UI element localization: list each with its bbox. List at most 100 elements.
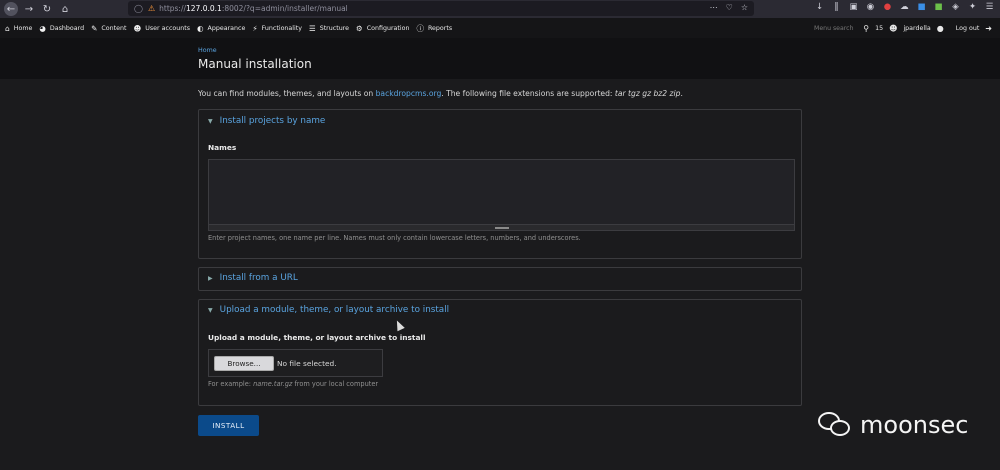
watermark-text: moonsec <box>860 411 969 439</box>
browser-toolbar: ← → ↻ ⌂ ◯ ⚠ https:// 127.0.0.1 :8002/?q=… <box>0 0 1000 18</box>
url-path: :8002/?q=admin/installer/manual <box>221 4 348 13</box>
textarea-resize-grip[interactable] <box>208 225 795 231</box>
shield-icon: ◯ <box>134 4 143 13</box>
install-button[interactable]: INSTALL <box>198 415 259 436</box>
pencil-icon: ✎ <box>91 23 98 33</box>
legend-install-by-name[interactable]: ▼ Install projects by name <box>208 116 325 126</box>
admin-item-label: Configuration <box>366 24 410 32</box>
file-status: No file selected. <box>277 358 337 368</box>
legend-label: Install projects by name <box>219 116 326 126</box>
extension-red-icon[interactable]: ● <box>883 2 892 12</box>
admin-bar: ⌂ Home ◕ Dashboard ✎ Content ☻ User accounts… <box>0 18 1000 38</box>
admin-item-content[interactable]: ✎ Content <box>91 24 126 33</box>
extension-blue-icon[interactable]: ■ <box>917 2 926 12</box>
username-link[interactable]: jpardella <box>903 25 930 32</box>
users-icon: ☻ <box>133 23 142 33</box>
admin-item-user-accounts[interactable]: ☻ User accounts <box>133 24 190 33</box>
intro-middle: . The following file extensions are supp… <box>441 89 615 98</box>
admin-item-configuration[interactable]: ⚙ Configuration <box>356 24 409 33</box>
download-icon[interactable]: ↓ <box>815 2 824 12</box>
plug-icon: ⚡ <box>252 23 258 33</box>
account-icon[interactable]: ◉ <box>866 2 875 12</box>
intro-suffix: . <box>680 89 683 98</box>
extension-cloud-icon[interactable]: ☁ <box>900 2 909 12</box>
admin-item-label: Functionality <box>261 24 302 32</box>
admin-item-label: User accounts <box>145 24 190 32</box>
caret-right-icon: ▶ <box>208 274 213 282</box>
url-bar[interactable]: ◯ ⚠ https:// 127.0.0.1 :8002/?q=admin/in… <box>128 1 754 16</box>
fieldset-install-by-name: ▼ Install projects by name Names Enter p… <box>198 109 802 259</box>
admin-item-appearance[interactable]: ◐ Appearance <box>197 24 245 33</box>
lock-warning-icon: ⚠ <box>147 4 156 13</box>
names-label: Names <box>208 143 237 152</box>
fieldset-upload-archive: ▼ Upload a module, theme, or layout arch… <box>198 299 802 406</box>
intro-extensions: tar tgz gz bz2 zip <box>614 89 681 98</box>
pocket-icon[interactable]: ♡ <box>726 3 733 12</box>
legend-upload-archive[interactable]: ▼ Upload a module, theme, or layout arch… <box>208 305 449 315</box>
more-icon[interactable]: ⋯ <box>710 3 718 12</box>
palette-icon: ◐ <box>197 23 204 33</box>
url-host: 127.0.0.1 <box>186 4 222 13</box>
upload-help-suffix: from your local computer <box>292 380 379 388</box>
backdropcms-link[interactable]: backdropcms.org <box>376 89 442 98</box>
users-online-icon: ☻ <box>889 23 898 33</box>
names-help: Enter project names, one name per line. … <box>208 234 581 242</box>
back-icon[interactable]: ← <box>4 2 18 16</box>
page-title: Manual installation <box>198 57 312 71</box>
admin-item-label: Reports <box>427 24 453 32</box>
caret-down-icon: ▼ <box>208 306 213 314</box>
admin-item-label: Content <box>101 24 127 32</box>
watermark: moonsec <box>818 410 968 440</box>
page-header: Home Manual installation <box>0 38 1000 79</box>
intro-text: You can find modules, themes, and layout… <box>198 89 683 98</box>
upload-help-example: name.tar.gz <box>253 380 293 388</box>
extension-green-icon[interactable]: ■ <box>934 2 943 12</box>
user-count: 15 <box>875 24 884 32</box>
legend-install-from-url[interactable]: ▶ Install from a URL <box>208 273 298 283</box>
home-icon: ⌂ <box>5 23 10 33</box>
reload-icon[interactable]: ↻ <box>40 2 54 16</box>
admin-item-structure[interactable]: ☰ Structure <box>309 24 349 33</box>
logout-icon[interactable]: ➜ <box>985 24 992 33</box>
layers-icon: ☰ <box>308 23 316 33</box>
url-prefix: https:// <box>159 4 187 13</box>
wechat-icon <box>818 410 854 440</box>
browse-button[interactable]: Browse... <box>214 355 274 371</box>
names-textarea[interactable] <box>208 159 795 225</box>
admin-item-home[interactable]: ⌂ Home <box>5 24 32 33</box>
caret-down-icon: ▼ <box>208 117 213 125</box>
admin-item-label: Dashboard <box>49 24 85 32</box>
fieldset-install-from-url: ▶ Install from a URL <box>198 267 802 291</box>
browser-tool-icons: ↓ ‖ ▣ ◉ ● ☁ ■ ■ ◈ ✦ ☰ <box>815 2 994 12</box>
gear-icon: ⚙ <box>356 23 363 33</box>
search-icon[interactable]: ⚲ <box>863 24 869 33</box>
legend-label: Install from a URL <box>219 273 298 283</box>
forward-icon[interactable]: → <box>22 2 36 16</box>
bookmark-star-icon[interactable]: ☆ <box>741 3 748 12</box>
user-avatar-icon[interactable]: ● <box>937 24 944 33</box>
upload-label: Upload a module, theme, or layout archiv… <box>208 333 426 342</box>
intro-prefix: You can find modules, themes, and layout… <box>198 89 376 98</box>
admin-item-label: Structure <box>319 24 350 32</box>
breadcrumb-home[interactable]: Home <box>198 47 217 54</box>
menu-search-placeholder: Menu search <box>814 24 854 32</box>
logout-link[interactable]: Log out <box>956 25 980 32</box>
library-icon[interactable]: ‖ <box>832 2 841 12</box>
info-icon: ⓘ <box>416 23 424 33</box>
legend-label: Upload a module, theme, or layout archiv… <box>219 305 450 315</box>
admin-item-functionality[interactable]: ⚡ Functionality <box>252 24 302 33</box>
upload-help-prefix: For example: <box>208 380 254 388</box>
admin-item-label: Home <box>13 24 33 32</box>
extension-grey-icon[interactable]: ◈ <box>951 2 960 12</box>
menu-icon[interactable]: ☰ <box>985 2 994 12</box>
menu-search-input[interactable]: Menu search <box>806 22 866 34</box>
extensions-puzzle-icon[interactable]: ✦ <box>968 2 977 12</box>
admin-item-dashboard[interactable]: ◕ Dashboard <box>39 24 84 33</box>
home-icon[interactable]: ⌂ <box>58 2 72 16</box>
sidebar-icon[interactable]: ▣ <box>849 2 858 12</box>
admin-item-reports[interactable]: ⓘ Reports <box>416 23 452 34</box>
dashboard-icon: ◕ <box>39 23 46 33</box>
admin-item-label: Appearance <box>207 24 246 32</box>
upload-help: For example: name.tar.gz from your local… <box>208 380 378 388</box>
file-upload-field[interactable]: Browse... No file selected. <box>208 349 383 377</box>
